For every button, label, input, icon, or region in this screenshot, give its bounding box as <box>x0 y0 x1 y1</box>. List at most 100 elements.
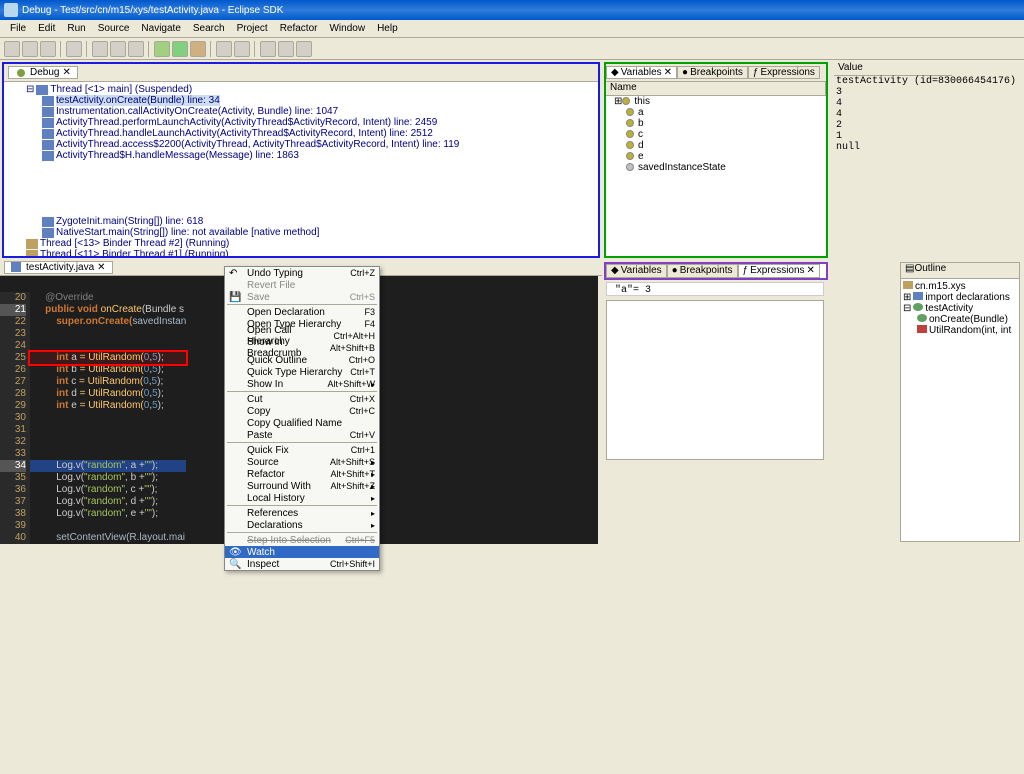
frame-icon <box>42 118 54 128</box>
breakpoints-tab[interactable]: ●Breakpoints <box>677 66 748 79</box>
menu-declarations[interactable]: Declarations <box>225 519 379 531</box>
editor-tab[interactable]: testActivity.java ✕ <box>4 261 113 274</box>
variable-name[interactable]: savedInstanceState <box>638 162 726 173</box>
nav-forward-button[interactable] <box>278 41 294 57</box>
variable-name[interactable]: c <box>638 129 643 140</box>
menu-help[interactable]: Help <box>371 22 404 35</box>
stack-row[interactable]: Thread [<1> main] (Suspended) <box>50 84 192 95</box>
outline-item[interactable]: UtilRandom(int, int <box>929 325 1011 336</box>
menu-surround[interactable]: Surround WithAlt+Shift+Z <box>225 480 379 492</box>
variable-name[interactable]: a <box>638 107 644 118</box>
breakpoints-tab2[interactable]: ●Breakpoints <box>667 264 738 278</box>
close-icon[interactable]: ✕ <box>807 265 815 277</box>
thread-icon <box>36 85 48 95</box>
menu-run[interactable]: Run <box>61 22 91 35</box>
saveall-button[interactable] <box>40 41 56 57</box>
menu-project[interactable]: Project <box>231 22 274 35</box>
name-column[interactable]: Name <box>606 82 826 95</box>
outline-tree[interactable]: cn.m15.xys ⊞import declarations ⊟testAct… <box>901 279 1019 338</box>
menu-inspect[interactable]: 🔍InspectCtrl+Shift+I <box>225 558 379 570</box>
menu-cut[interactable]: CutCtrl+X <box>225 393 379 405</box>
dbg-stepover-button[interactable] <box>110 41 126 57</box>
menu-search[interactable]: Search <box>187 22 231 35</box>
expression-row[interactable]: "a"= 3 <box>606 282 824 296</box>
menu-paste[interactable]: PasteCtrl+V <box>225 429 379 441</box>
variables-table[interactable]: ⊞this a b c d e savedInstanceState <box>606 96 826 256</box>
expressions-tab2[interactable]: ƒExpressions✕ <box>738 264 820 278</box>
search-button[interactable] <box>234 41 250 57</box>
ext-tools-button[interactable] <box>190 41 206 57</box>
run-button[interactable] <box>172 41 188 57</box>
expressions-tab[interactable]: ƒExpressions <box>748 66 820 79</box>
suspend-button[interactable] <box>505 66 519 80</box>
separator <box>227 442 377 443</box>
variables-tab[interactable]: ◆Variables✕ <box>606 66 677 79</box>
stepreturn-button[interactable] <box>580 66 594 80</box>
open-type-button[interactable] <box>216 41 232 57</box>
menu-quick-type[interactable]: Quick Type HierarchyCtrl+T <box>225 366 379 378</box>
menu-file[interactable]: File <box>4 22 32 35</box>
nav-last-button[interactable] <box>296 41 312 57</box>
menu-open-declaration[interactable]: Open DeclarationF3 <box>225 306 379 318</box>
menu-local-history[interactable]: Local History <box>225 492 379 504</box>
menu-undo[interactable]: ↶Undo TypingCtrl+Z <box>225 267 379 279</box>
menu-source[interactable]: Source <box>92 22 136 35</box>
terminate-button[interactable] <box>520 66 534 80</box>
stack-row[interactable]: testActivity.onCreate(Bundle) line: 34 <box>56 95 220 106</box>
close-icon[interactable]: ✕ <box>62 67 70 78</box>
stack-row[interactable]: ActivityThread.handleLaunchActivity(Acti… <box>56 128 433 139</box>
variable-name[interactable]: e <box>638 151 644 162</box>
outline-item[interactable]: cn.m15.xys <box>915 281 966 292</box>
menu-refactor[interactable]: Refactor <box>274 22 324 35</box>
stack-row[interactable]: ZygoteInit.main(String[]) line: 618 <box>56 216 203 227</box>
menu-quick-fix[interactable]: Quick FixCtrl+1 <box>225 444 379 456</box>
variable-name[interactable]: b <box>638 118 644 129</box>
separator <box>227 505 377 506</box>
frame-icon <box>42 140 54 150</box>
stepinto-button[interactable] <box>550 66 564 80</box>
stack-row[interactable]: ActivityThread.performLaunchActivity(Act… <box>56 117 437 128</box>
dbg-stepreturn-button[interactable] <box>128 41 144 57</box>
variables-tab2[interactable]: ◆Variables <box>606 264 667 278</box>
undo-icon: ↶ <box>229 268 241 278</box>
debug-button[interactable] <box>154 41 170 57</box>
menu-edit[interactable]: Edit <box>32 22 61 35</box>
variable-name[interactable]: this <box>634 96 650 107</box>
debug-stack-tree[interactable]: ⊟Thread [<1> main] (Suspended) testActiv… <box>4 82 598 256</box>
stepover-button[interactable] <box>565 66 579 80</box>
expr-icon: ƒ <box>753 67 759 78</box>
close-icon[interactable]: ✕ <box>97 262 105 273</box>
outline-item[interactable]: import declarations <box>925 292 1009 303</box>
disconnect-button[interactable] <box>535 66 549 80</box>
dbg-skip-button[interactable] <box>66 41 82 57</box>
debug-tab[interactable]: Debug ✕ <box>8 66 78 79</box>
stack-row[interactable]: ActivityThread.access$2200(ActivityThrea… <box>56 139 459 150</box>
menu-refactor[interactable]: RefactorAlt+Shift+T <box>225 468 379 480</box>
save-button[interactable] <box>22 41 38 57</box>
menu-source[interactable]: SourceAlt+Shift+S <box>225 456 379 468</box>
menu-references[interactable]: References <box>225 507 379 519</box>
close-icon[interactable]: ✕ <box>664 67 672 78</box>
stack-row[interactable]: Thread [<11> Binder Thread #1] (Running) <box>40 249 229 256</box>
stack-row[interactable]: NativeStart.main(String[]) line: not ava… <box>56 227 319 238</box>
menu-watch[interactable]: 👁Watch <box>225 546 379 558</box>
outline-item[interactable]: onCreate(Bundle) <box>929 314 1008 325</box>
menu-quick-outline[interactable]: Quick OutlineCtrl+O <box>225 354 379 366</box>
menu-copy[interactable]: CopyCtrl+C <box>225 405 379 417</box>
stack-row[interactable]: ActivityThread$H.handleMessage(Message) … <box>56 150 299 161</box>
menu-navigate[interactable]: Navigate <box>135 22 186 35</box>
menu-copy-qualified[interactable]: Copy Qualified Name <box>225 417 379 429</box>
menu-breadcrumb[interactable]: Show in BreadcrumbAlt+Shift+B <box>225 342 379 354</box>
resume-button[interactable] <box>490 66 504 80</box>
variable-name[interactable]: d <box>638 140 644 151</box>
frame-icon <box>42 107 54 117</box>
menu-window[interactable]: Window <box>323 22 371 35</box>
menu-show-in[interactable]: Show InAlt+Shift+W <box>225 378 379 390</box>
dbg-stepinto-button[interactable] <box>92 41 108 57</box>
stack-row[interactable]: Thread [<13> Binder Thread #2] (Running) <box>40 238 229 249</box>
separator <box>210 41 212 57</box>
outline-item[interactable]: testActivity <box>925 303 973 314</box>
nav-back-button[interactable] <box>260 41 276 57</box>
new-button[interactable] <box>4 41 20 57</box>
stack-row[interactable]: Instrumentation.callActivityOnCreate(Act… <box>56 106 338 117</box>
